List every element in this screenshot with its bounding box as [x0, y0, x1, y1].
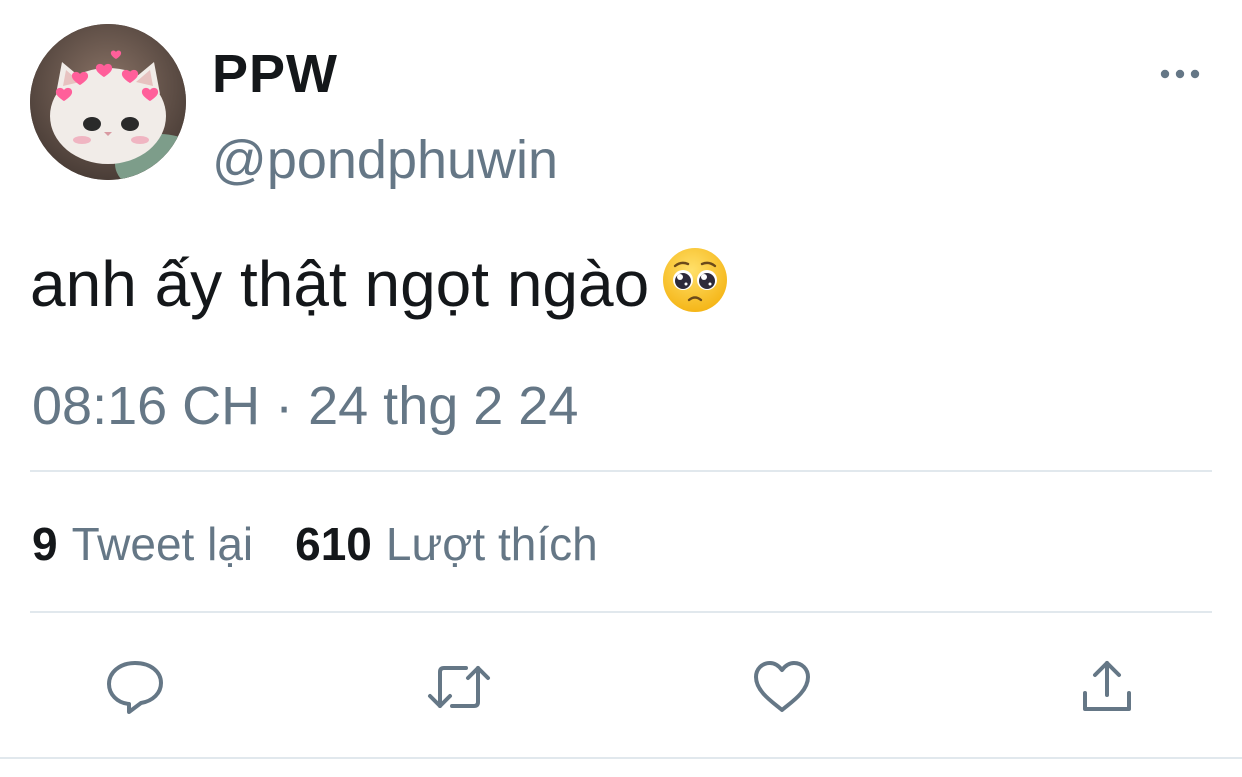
retweets-count: 9 [32, 518, 58, 570]
likes-stat[interactable]: 610 Lượt thích [295, 514, 598, 574]
retweet-button[interactable] [424, 652, 494, 722]
tweet-detail: PPW @pondphuwin anh ấy thật ngọt ngào 08… [0, 0, 1242, 777]
more-dots-icon [1160, 69, 1200, 79]
retweets-stat[interactable]: 9 Tweet lại [32, 514, 253, 574]
share-button[interactable] [1072, 652, 1142, 722]
tweet-timestamp[interactable]: 08:16 CH · 24 thg 2 24 [32, 372, 578, 440]
retweet-icon [428, 666, 490, 708]
display-name[interactable]: PPW [212, 42, 338, 106]
action-bar [0, 652, 1242, 722]
likes-label: Lượt thích [385, 518, 598, 570]
pleading-face-emoji [663, 248, 728, 312]
avatar-image [30, 24, 186, 180]
share-icon [1083, 661, 1131, 711]
likes-count: 610 [295, 518, 372, 570]
tweet-text: anh ấy thật ngọt ngào [30, 244, 729, 324]
heart-icon [754, 661, 810, 712]
divider [30, 470, 1212, 472]
reply-button[interactable] [100, 652, 170, 722]
divider [30, 611, 1212, 613]
retweets-label: Tweet lại [71, 518, 254, 570]
like-button[interactable] [747, 652, 817, 722]
tweet-stats: 9 Tweet lại 610 Lượt thích [32, 514, 598, 574]
reply-icon [107, 661, 163, 714]
tweet-text-content: anh ấy thật ngọt ngào [30, 248, 650, 320]
divider [0, 757, 1242, 759]
more-options-button[interactable] [1152, 56, 1208, 92]
avatar[interactable] [30, 24, 186, 180]
user-handle[interactable]: @pondphuwin [212, 128, 558, 192]
